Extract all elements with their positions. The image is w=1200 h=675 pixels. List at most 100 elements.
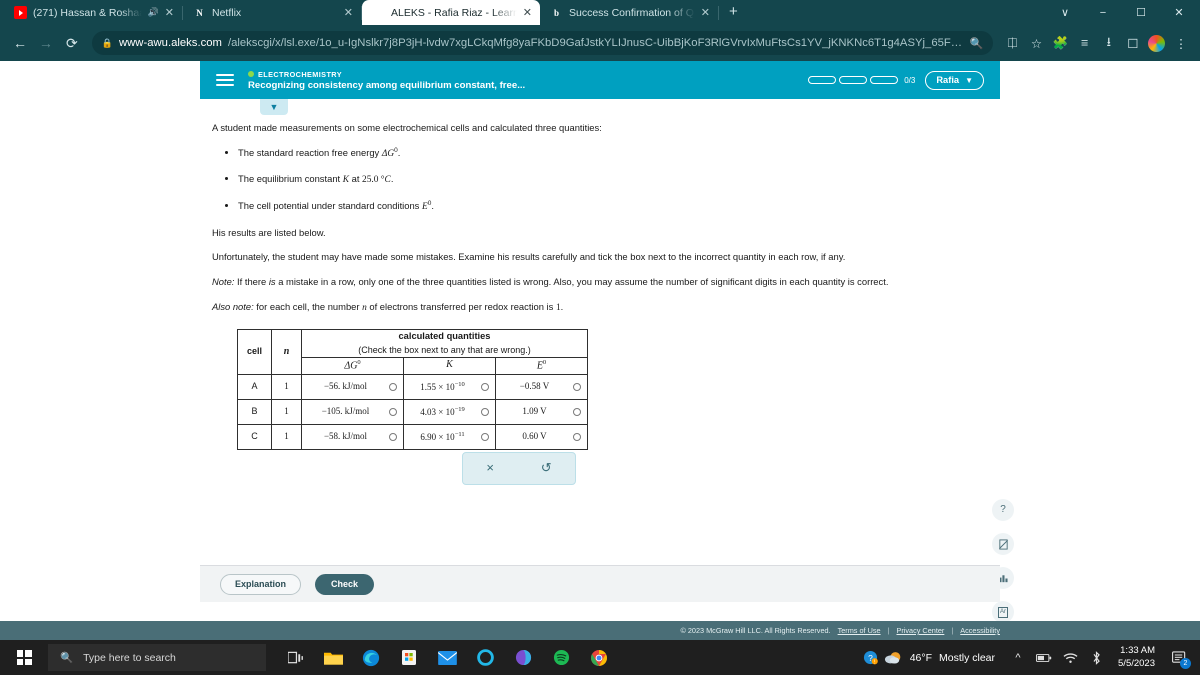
microsoft-store-icon[interactable] bbox=[390, 640, 428, 675]
explanation-button[interactable]: Explanation bbox=[220, 573, 302, 595]
reading-list-icon[interactable]: ≡ bbox=[1074, 30, 1096, 56]
netflix-icon: N bbox=[196, 7, 203, 18]
undo-icon[interactable]: ↺ bbox=[541, 459, 552, 478]
cortana-icon[interactable] bbox=[466, 640, 504, 675]
mail-icon[interactable] bbox=[428, 640, 466, 675]
help-icon[interactable]: ? bbox=[992, 499, 1014, 522]
list-item: The cell potential under standard condit… bbox=[238, 199, 978, 215]
header-calc-title: calculated quantities bbox=[398, 331, 491, 342]
accessibility-link[interactable]: Accessibility bbox=[960, 626, 1000, 635]
url-host: www-awu.aleks.com bbox=[118, 37, 222, 49]
office-icon[interactable] bbox=[504, 640, 542, 675]
chrome-menu-icon[interactable]: ⋮ bbox=[1170, 30, 1192, 56]
address-bar[interactable]: 🔒 www-awu.aleks.com /alekscgi/x/lsl.exe/… bbox=[91, 31, 994, 55]
clear-icon[interactable]: × bbox=[486, 459, 494, 478]
extensions-puzzle-icon[interactable]: 🧩 bbox=[1050, 30, 1072, 56]
dg-checkbox[interactable] bbox=[389, 382, 397, 391]
e-checkbox[interactable] bbox=[573, 407, 581, 416]
topic-name: ELECTROCHEMISTRY bbox=[258, 69, 342, 79]
e-checkbox[interactable] bbox=[573, 382, 581, 391]
user-menu-button[interactable]: Rafia ▼ bbox=[925, 70, 984, 90]
bookmark-star-icon[interactable]: ☆ bbox=[1026, 30, 1048, 56]
chrome-icon[interactable] bbox=[580, 640, 618, 675]
action-bar: Explanation Check bbox=[200, 565, 1000, 602]
row-n-value: 1 bbox=[271, 423, 302, 450]
table-row: C 1 −58. kJ/mol 6.90 × 10−11 0.60 V bbox=[237, 423, 588, 450]
profile-avatar[interactable] bbox=[1146, 30, 1168, 56]
search-placeholder: Type here to search bbox=[83, 651, 176, 664]
windows-logo-icon bbox=[16, 650, 32, 665]
tab-close-icon[interactable]: ✕ bbox=[701, 6, 710, 19]
dg-checkbox[interactable] bbox=[389, 407, 397, 416]
wifi-icon[interactable] bbox=[1057, 640, 1083, 675]
browser-tab-youtube[interactable]: (271) Hassan & Roshaan - Su 🔊 ✕ bbox=[4, 0, 182, 25]
dg-value: −56. kJ/mol bbox=[323, 381, 368, 392]
taskbar-apps bbox=[276, 640, 618, 675]
tab-close-icon[interactable]: ✕ bbox=[165, 6, 174, 19]
user-name: Rafia bbox=[936, 75, 960, 85]
tab-mute-icon[interactable]: 🔊 bbox=[148, 7, 159, 18]
k-checkbox[interactable] bbox=[481, 432, 489, 441]
privacy-center-link[interactable]: Privacy Center bbox=[896, 626, 944, 635]
back-icon[interactable]: ← bbox=[8, 30, 32, 56]
youtube-icon bbox=[14, 6, 27, 19]
terms-of-use-link[interactable]: Terms of Use bbox=[838, 626, 881, 635]
task-view-icon[interactable] bbox=[276, 640, 314, 675]
browser-tab-aleks[interactable]: A ALEKS - Rafia Riaz - Learn ✕ bbox=[362, 0, 540, 25]
k-checkbox[interactable] bbox=[481, 407, 489, 416]
legal-bar: © 2023 McGraw Hill LLC. All Rights Reser… bbox=[0, 621, 1200, 640]
close-window-button[interactable]: ✕ bbox=[1160, 0, 1198, 25]
share-icon[interactable]: ⎅ bbox=[1001, 30, 1023, 56]
sidepanel-icon[interactable]: ☐ bbox=[1122, 30, 1144, 56]
table-row: A 1 −56. kJ/mol 1.55 × 10−10 −0.58 V bbox=[237, 373, 588, 400]
k-value: 1.55 × 10−10 bbox=[420, 380, 465, 392]
tab-close-icon[interactable]: ✕ bbox=[523, 6, 532, 19]
also-note-paragraph: Also note: for each cell, the number n o… bbox=[212, 300, 978, 316]
minimize-button[interactable]: − bbox=[1084, 0, 1122, 25]
file-explorer-icon[interactable] bbox=[314, 640, 352, 675]
battery-icon[interactable] bbox=[1031, 640, 1057, 675]
dg-checkbox[interactable] bbox=[389, 432, 397, 441]
tab-close-icon[interactable]: ✕ bbox=[344, 6, 353, 19]
update-available-icon[interactable]: ?! bbox=[858, 640, 884, 675]
edge-icon[interactable] bbox=[352, 640, 390, 675]
spotify-icon[interactable] bbox=[542, 640, 580, 675]
row-k-cell: 4.03 × 10−19 bbox=[403, 398, 496, 425]
e-checkbox[interactable] bbox=[573, 432, 581, 441]
temperature: 46°F bbox=[909, 651, 932, 664]
row-cell-label: B bbox=[237, 398, 272, 425]
weather-widget[interactable]: 46°F Mostly clear bbox=[884, 650, 1005, 666]
notification-center-button[interactable]: 2 bbox=[1164, 640, 1194, 675]
browser-tab-netflix[interactable]: N Netflix ✕ bbox=[183, 0, 361, 25]
maximize-button[interactable]: ☐ bbox=[1122, 0, 1160, 25]
partly-cloudy-icon bbox=[884, 651, 901, 664]
start-button[interactable] bbox=[0, 640, 48, 675]
reload-icon[interactable]: ⟳ bbox=[60, 30, 84, 56]
bluetooth-icon[interactable] bbox=[1083, 640, 1109, 675]
dg-value: −105. kJ/mol bbox=[321, 406, 370, 417]
show-hidden-icons-chevron[interactable]: ^ bbox=[1005, 640, 1031, 675]
no-calculator-icon[interactable] bbox=[992, 533, 1014, 556]
new-tab-button[interactable]: + bbox=[719, 3, 748, 23]
collapse-panel-toggle[interactable]: ▼ bbox=[260, 99, 288, 115]
row-cell-label: A bbox=[237, 373, 272, 400]
browser-tab-bing[interactable]: b Success Confirmation of Question ✕ bbox=[540, 0, 718, 25]
taskbar-search[interactable]: 🔍 Type here to search bbox=[48, 644, 266, 671]
row-e-cell: 0.60 V bbox=[495, 423, 588, 450]
column-header-dg: ΔG0 bbox=[301, 356, 404, 375]
answer-table: cell n calculated quantities (Check the … bbox=[237, 329, 588, 450]
downloads-icon[interactable]: ⭳ bbox=[1098, 30, 1120, 56]
row-dg-cell: −56. kJ/mol bbox=[301, 373, 404, 400]
zoom-icon[interactable]: 🔍 bbox=[970, 37, 984, 50]
check-button[interactable]: Check bbox=[315, 573, 375, 595]
progress-segment-3 bbox=[870, 76, 899, 84]
column-header-e: E0 bbox=[495, 356, 588, 375]
menu-hamburger-icon[interactable] bbox=[216, 74, 234, 86]
k-value: 6.90 × 10−11 bbox=[420, 430, 465, 442]
periodic-table-icon[interactable]: Ar bbox=[992, 601, 1014, 624]
tab-search-icon[interactable]: ∨ bbox=[1046, 0, 1084, 25]
k-checkbox[interactable] bbox=[481, 382, 489, 391]
forward-icon[interactable]: → bbox=[34, 30, 58, 56]
also-note-text: for each cell, the number n of electrons… bbox=[253, 300, 564, 313]
taskbar-clock[interactable]: 1:33 AM 5/5/2023 bbox=[1109, 645, 1164, 671]
